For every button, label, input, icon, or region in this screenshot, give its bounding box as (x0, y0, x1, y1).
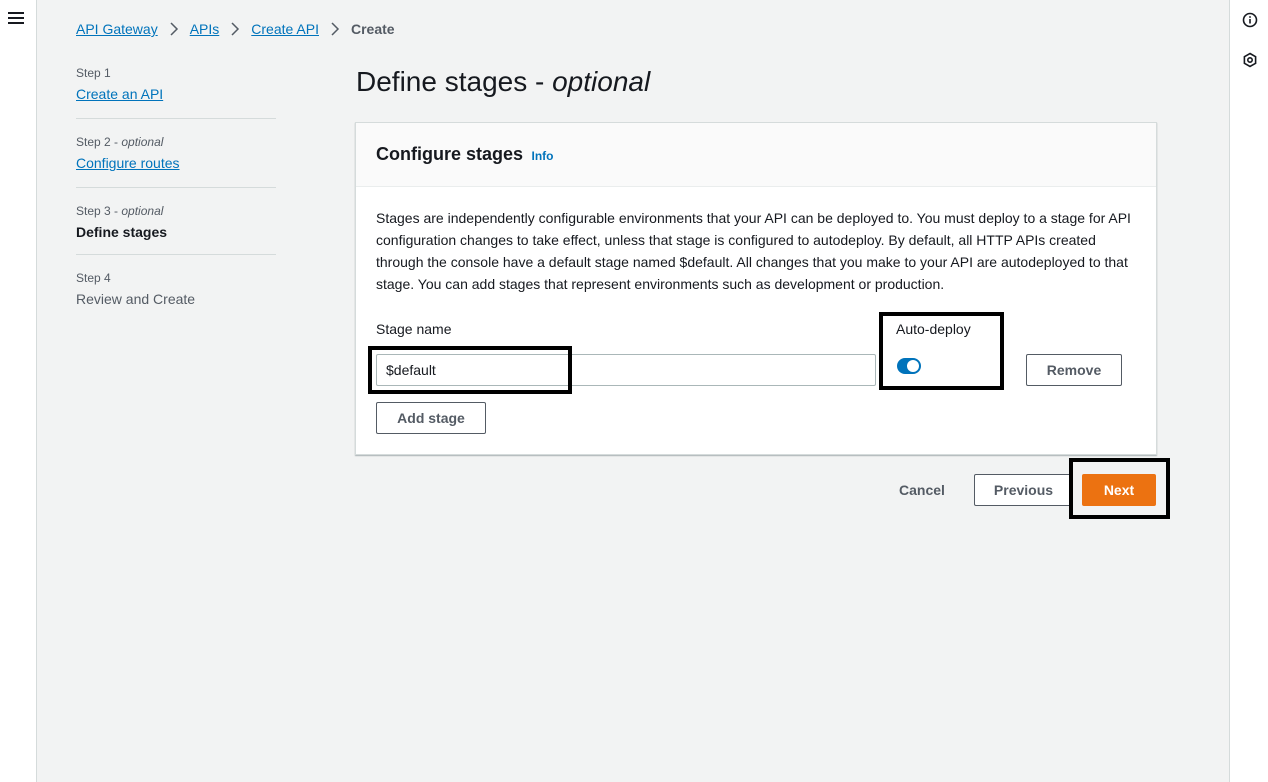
info-link[interactable]: Info (531, 149, 553, 163)
panel-header: Configure stages Info (356, 123, 1156, 187)
add-stage-button[interactable]: Add stage (376, 402, 486, 434)
remove-stage-button[interactable]: Remove (1026, 354, 1122, 386)
step-current-define-stages: Define stages (76, 224, 168, 240)
chevron-right-icon (231, 22, 240, 36)
stage-name-input[interactable] (376, 354, 876, 386)
step-optional: optional (121, 135, 164, 149)
right-rail (1229, 0, 1268, 782)
chevron-right-icon (170, 22, 178, 36)
breadcrumb: API Gateway APIs Create API Create (76, 21, 395, 37)
breadcrumb-api-gateway[interactable]: API Gateway (76, 21, 158, 37)
breadcrumb-current: Create (350, 21, 395, 37)
step-2: Step 2 - optional Configure routes (76, 135, 276, 188)
step-4: Step 4 Review and Create (76, 271, 276, 321)
page-title-optional: optional (552, 66, 651, 97)
step-link-create-api[interactable]: Create an API (76, 86, 163, 102)
step-number: Step 3 - (76, 204, 119, 218)
breadcrumb-apis[interactable]: APIs (190, 21, 220, 37)
step-number: Step 2 - (76, 135, 119, 149)
wizard-steps: Step 1 Create an API Step 2 - optional C… (76, 66, 276, 337)
auto-deploy-toggle[interactable] (897, 358, 921, 374)
breadcrumb-create-api[interactable]: Create API (251, 21, 319, 37)
step-review-and-create: Review and Create (76, 291, 196, 307)
next-button[interactable]: Next (1082, 474, 1156, 506)
stage-name-label: Stage name (376, 321, 452, 337)
info-circle-icon[interactable] (1242, 12, 1258, 28)
page-title: Define stages - optional (356, 66, 651, 97)
stages-description: Stages are independently configurable en… (376, 210, 1131, 292)
previous-button[interactable]: Previous (974, 474, 1073, 506)
step-1: Step 1 Create an API (76, 66, 276, 119)
step-number: Step 1 (76, 66, 111, 80)
step-link-configure-routes[interactable]: Configure routes (76, 155, 180, 171)
configure-stages-panel: Configure stages Info Stages are indepen… (355, 122, 1157, 455)
cancel-button[interactable]: Cancel (890, 474, 954, 506)
auto-deploy-label: Auto-deploy (896, 321, 971, 337)
hexagon-settings-icon[interactable] (1242, 52, 1258, 68)
left-rail (0, 0, 37, 782)
panel-title: Configure stages (376, 144, 524, 164)
step-optional: optional (121, 204, 164, 218)
toggle-knob (907, 360, 919, 372)
menu-icon[interactable] (8, 12, 24, 26)
step-number: Step 4 (76, 271, 111, 285)
step-3: Step 3 - optional Define stages (76, 204, 276, 255)
chevron-right-icon (331, 22, 340, 36)
